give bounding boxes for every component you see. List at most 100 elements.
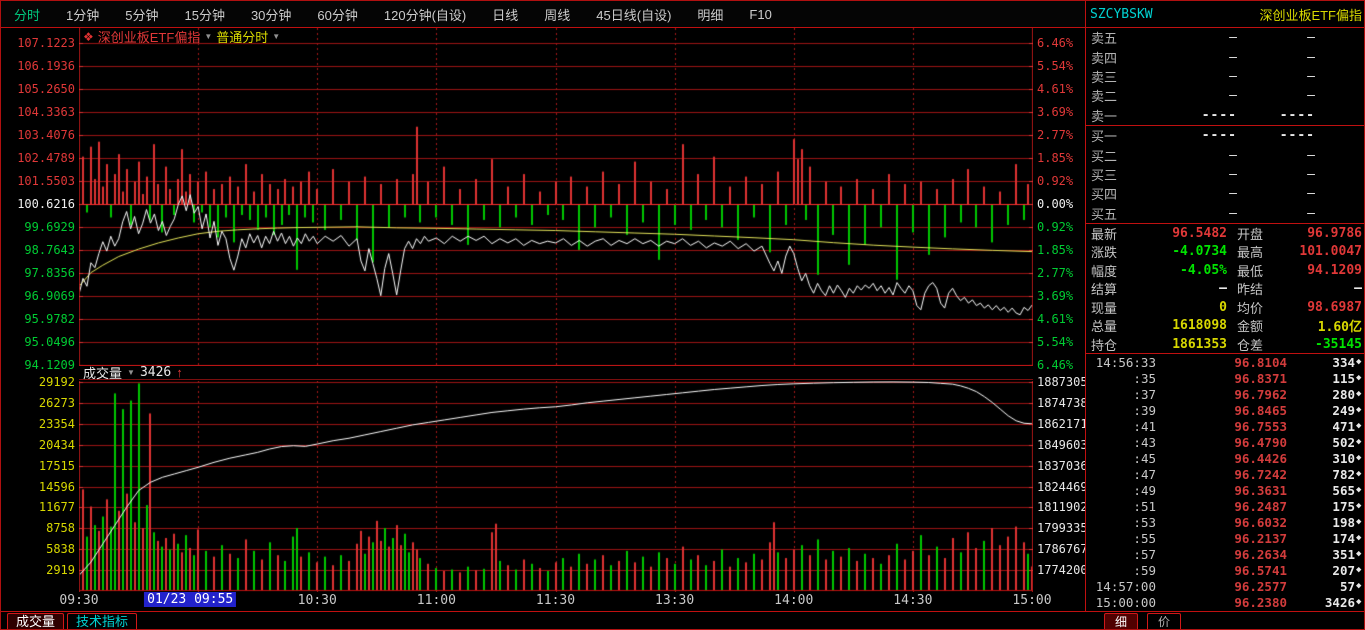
menu-item-detail[interactable]: 明细	[684, 5, 736, 24]
tick-row: 14:57:0096.257757◆	[1086, 578, 1365, 594]
price-axis-label: 98.7643	[1, 243, 75, 257]
tick-price: 96.8371	[1156, 371, 1287, 386]
tick-row: :4196.7553471◆	[1086, 418, 1365, 434]
time-label: 10:30	[298, 593, 337, 608]
percent-axis-label: 1.85%	[1037, 243, 1085, 257]
order-book-row[interactable]: 买四——	[1086, 184, 1365, 203]
order-book-row[interactable]: 买五——	[1086, 204, 1365, 223]
order-book-volume: ----	[1237, 128, 1315, 143]
volume-up-arrow-icon: ↑	[176, 365, 183, 380]
volume-axis-label: 8758	[1, 521, 75, 535]
tab-indicators[interactable]: 技术指标	[67, 613, 137, 630]
tick-row: 14:56:3396.8104334◆	[1086, 354, 1365, 370]
quote-label: 均价	[1227, 298, 1283, 317]
order-book-row[interactable]: 卖二——	[1086, 86, 1365, 105]
price-axis-label: 99.6929	[1, 220, 75, 234]
tick-row: :4996.3631565◆	[1086, 482, 1365, 498]
menu-item-45day-custom[interactable]: 45日线(自设)	[583, 5, 684, 24]
menu-item-fenshi[interactable]: 分时	[1, 5, 53, 24]
order-book-row[interactable]: 卖四——	[1086, 47, 1365, 66]
volume-indicator-label[interactable]: 成交量	[83, 363, 122, 382]
tick-volume: 175	[1287, 499, 1355, 514]
order-book-row[interactable]: 卖三——	[1086, 67, 1365, 86]
volume-dropdown-icon[interactable]: ▼	[127, 368, 135, 377]
order-book-row[interactable]: 买三——	[1086, 165, 1365, 184]
order-book-volume: —	[1237, 167, 1315, 182]
quote-row: 涨跌-4.0734最高101.0047	[1086, 242, 1365, 261]
tab-tick-price[interactable]: 价	[1147, 613, 1181, 630]
tick-price: 96.7553	[1156, 419, 1287, 434]
order-book-price: —	[1145, 30, 1237, 45]
price-axis-label: 104.3363	[1, 105, 75, 119]
chart-mode-label[interactable]: 普通分时	[216, 27, 268, 46]
quote-row: 总量1618098金额1.60亿	[1086, 316, 1365, 335]
percent-axis-label: 5.54%	[1037, 59, 1085, 73]
order-book-level-label: 卖二	[1086, 86, 1145, 105]
tick-price: 96.2137	[1156, 531, 1287, 546]
order-book-volume: —	[1237, 30, 1315, 45]
menu-item-5min[interactable]: 5分钟	[112, 5, 171, 24]
time-label: 11:30	[536, 593, 575, 608]
menu-item-f10[interactable]: F10	[736, 7, 784, 22]
menu-item-30min[interactable]: 30分钟	[238, 5, 304, 24]
percent-axis-label: 4.61%	[1037, 82, 1085, 96]
menu-item-daily[interactable]: 日线	[479, 5, 531, 24]
crosshair-date-label: 01/23 09:55	[144, 592, 236, 607]
order-book-row[interactable]: 卖一--------	[1086, 106, 1365, 125]
order-book-price: —	[1145, 186, 1237, 201]
tick-time: 14:57:00	[1086, 579, 1156, 594]
quote-value: 96.5482	[1135, 226, 1227, 241]
tick-row: :5996.5741207◆	[1086, 562, 1365, 578]
tab-volume[interactable]: 成交量	[7, 613, 64, 630]
quote-value: 1618098	[1135, 318, 1227, 333]
order-book-row[interactable]: 卖五——	[1086, 28, 1365, 47]
volume-chart-canvas[interactable]	[79, 381, 1033, 592]
tick-diamond-icon: ◆	[1355, 533, 1365, 543]
tick-row: :5396.6032198◆	[1086, 514, 1365, 530]
quote-label: 最新	[1086, 224, 1135, 243]
tick-diamond-icon: ◆	[1355, 501, 1365, 511]
tick-diamond-icon: ◆	[1355, 517, 1365, 527]
volume-axis-label: 20434	[1, 438, 75, 452]
menu-item-120min-custom[interactable]: 120分钟(自设)	[371, 5, 479, 24]
tick-row: :3996.8465249◆	[1086, 402, 1365, 418]
price-axis-label: 105.2650	[1, 82, 75, 96]
tab-tick-detail[interactable]: 细	[1104, 613, 1138, 630]
tick-time: :41	[1086, 419, 1156, 434]
tick-diamond-icon: ◆	[1355, 389, 1365, 399]
mode-dropdown-icon[interactable]: ▼	[272, 32, 280, 41]
time-label: 09:30	[59, 593, 98, 608]
quote-value: -35145	[1283, 337, 1365, 352]
menu-item-weekly[interactable]: 周线	[531, 5, 583, 24]
tick-row: :3596.8371115◆	[1086, 370, 1365, 386]
order-book-row[interactable]: 买一--------	[1086, 126, 1365, 145]
tick-diamond-icon: ◆	[1355, 437, 1365, 447]
menu-item-60min[interactable]: 60分钟	[304, 5, 370, 24]
price-axis-label: 95.9782	[1, 312, 75, 326]
tick-diamond-icon: ◆	[1355, 485, 1365, 495]
quote-label: 最低	[1227, 261, 1283, 280]
quote-label: 最高	[1227, 242, 1283, 261]
price-chart-canvas[interactable]	[79, 28, 1033, 366]
order-book-volume: —	[1237, 186, 1315, 201]
tick-row: :4796.7242782◆	[1086, 466, 1365, 482]
order-book-level-label: 买一	[1086, 126, 1145, 145]
order-book-row[interactable]: 买二——	[1086, 145, 1365, 164]
order-book-level-label: 卖五	[1086, 28, 1145, 47]
chart-symbol-label[interactable]: 深创业板ETF偏指	[98, 27, 201, 46]
volume-axis-label: 5838	[1, 542, 75, 556]
tick-row: :5196.2487175◆	[1086, 498, 1365, 514]
quote-value: 101.0047	[1283, 244, 1365, 259]
volume-axis-label: 26273	[1, 396, 75, 410]
menu-item-15min[interactable]: 15分钟	[171, 5, 237, 24]
quote-value: -4.05%	[1135, 263, 1227, 278]
bottom-tab-bar: 成交量 技术指标 细 价	[1, 611, 1365, 630]
tick-diamond-icon: ◆	[1355, 565, 1365, 575]
order-book-level-label: 买四	[1086, 184, 1145, 203]
menu-item-1min[interactable]: 1分钟	[53, 5, 112, 24]
tick-volume: 334	[1287, 355, 1355, 370]
symbol-dropdown-icon[interactable]: ▼	[204, 32, 212, 41]
volume-panel-header: 成交量 ▼ 3426 ↑	[79, 365, 1033, 380]
quote-label: 金额	[1227, 316, 1283, 335]
tick-price: 96.3631	[1156, 483, 1287, 498]
